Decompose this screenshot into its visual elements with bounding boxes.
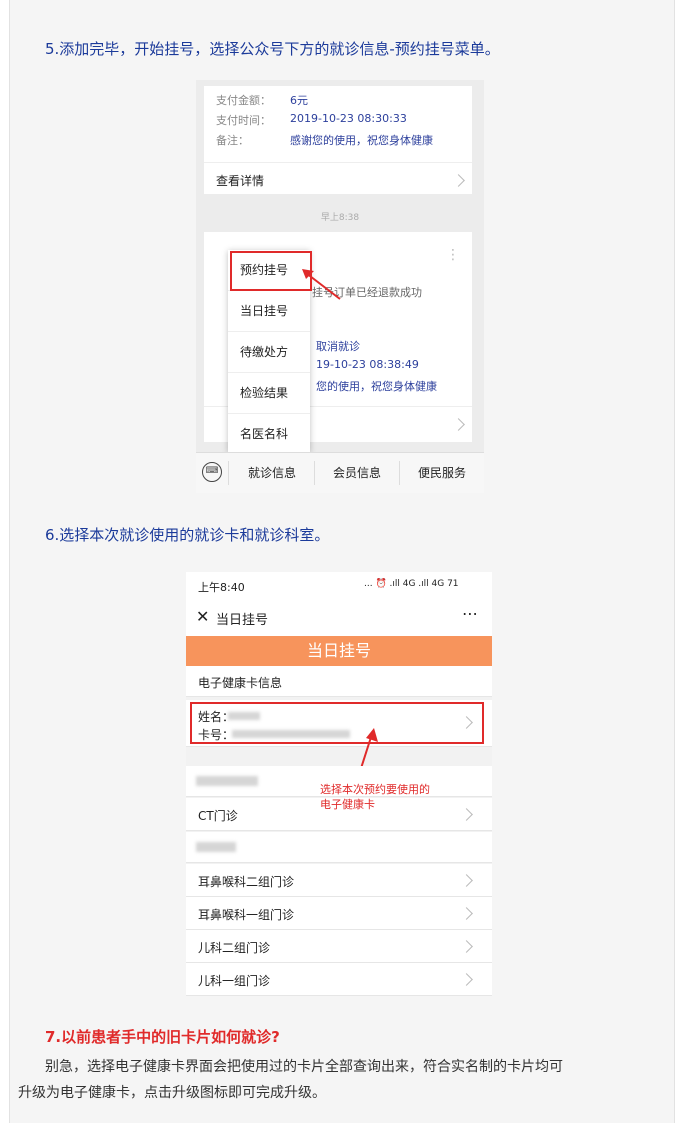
refund-line4: 您的使用，祝您身体健康 [316, 380, 437, 393]
refund-line2: 取消就诊 [316, 340, 360, 353]
dept-name: 耳鼻喉科一组门诊 [198, 908, 295, 922]
status-icons: ... ⏰ .ıll 4G .ıll 4G 71 [364, 579, 459, 589]
dept-name: 耳鼻喉科二组门诊 [198, 875, 295, 889]
screenshot-same-day: 上午8:40 ... ⏰ .ıll 4G .ıll 4G 71 ✕ 当日挂号 ⋯… [186, 572, 492, 996]
blurred-department [196, 776, 258, 786]
payment-card: 支付金额： 6元 支付时间： 2019-10-23 08:30:33 备注： 感… [204, 86, 472, 194]
pay-amount: 6元 [290, 94, 308, 107]
chevron-right-icon [460, 874, 473, 887]
chevron-right-icon [460, 808, 473, 821]
chat-timestamp: 早上8:38 [320, 213, 360, 223]
dept-name: 儿科二组门诊 [198, 941, 271, 955]
pay-time-label: 支付时间： [216, 114, 271, 127]
dept-name: 儿科一组门诊 [198, 974, 271, 988]
annotation: 选择本次预约要使用的 电子健康卡 [320, 782, 430, 812]
chevron-right-icon [460, 940, 473, 953]
annotation-line1: 选择本次预约要使用的 [320, 783, 430, 796]
more-icon[interactable]: ⋯ [462, 604, 478, 623]
status-time: 上午8:40 [198, 581, 245, 594]
step7-line1: 别急，选择电子健康卡界面会把使用过的卡片全部查询出来，符合实名制的卡片均可 [45, 1059, 563, 1075]
more-dots-icon[interactable]: ⋮ [446, 248, 460, 262]
menubar-services[interactable]: 便民服务 [400, 453, 484, 493]
step7-line2: 升级为电子健康卡，点击升级图标即可完成升级。 [18, 1085, 326, 1101]
pay-amount-label: 支付金额： [216, 94, 271, 107]
dept-row-pediatrics1[interactable]: 儿科一组门诊 [186, 963, 492, 996]
list-item[interactable] [186, 832, 492, 863]
view-details-link[interactable]: 查看详情 [216, 172, 264, 189]
menu-item-test-results[interactable]: 检验结果 [228, 373, 310, 414]
screenshot-wechat-menu: 支付金额： 6元 支付时间： 2019-10-23 08:30:33 备注： 感… [196, 80, 484, 493]
step7-title: 7.以前患者手中的旧卡片如何就诊? [45, 1028, 280, 1046]
chevron-right-icon [452, 418, 465, 431]
dept-row-pediatrics2[interactable]: 儿科二组门诊 [186, 930, 492, 963]
wechat-menubar: ⌨ 就诊信息 会员信息 便民服务 [196, 452, 484, 493]
note-label: 备注： [216, 134, 249, 147]
annotation-line2: 电子健康卡 [320, 798, 375, 811]
step5-text: 5.添加完毕，开始挂号，选择公众号下方的就诊信息-预约挂号菜单。 [45, 40, 500, 58]
red-arrow-icon [302, 269, 341, 300]
blurred-department [196, 842, 236, 852]
section-title: 电子健康卡信息 [198, 676, 283, 690]
menubar-member-info[interactable]: 会员信息 [315, 453, 399, 493]
menubar-visit-info[interactable]: 就诊信息 [230, 453, 314, 493]
chevron-right-icon [460, 973, 473, 986]
chevron-right-icon [452, 174, 465, 187]
page-header: 当日挂号 [186, 636, 492, 666]
dept-name: CT门诊 [198, 809, 238, 823]
menu-item-famous-doctors[interactable]: 名医名科 [228, 414, 310, 454]
close-icon[interactable]: ✕ [196, 607, 209, 626]
refund-line3: 19-10-23 08:38:49 [316, 358, 419, 371]
pay-time: 2019-10-23 08:30:33 [290, 112, 407, 125]
nav-bar: ✕ 当日挂号 ⋯ [186, 600, 492, 636]
dept-row-ent1[interactable]: 耳鼻喉科一组门诊 [186, 897, 492, 930]
highlight-box [190, 702, 484, 744]
divider [204, 162, 472, 163]
nav-title: 当日挂号 [216, 613, 269, 628]
chevron-right-icon [460, 907, 473, 920]
step6-text: 6.选择本次就诊使用的就诊卡和就诊科室。 [45, 526, 330, 544]
dept-row-ent2[interactable]: 耳鼻喉科二组门诊 [186, 864, 492, 897]
section-title-row: 电子健康卡信息 [186, 666, 492, 697]
note-text: 感谢您的使用，祝您身体健康 [290, 134, 433, 147]
keyboard-icon[interactable]: ⌨ [202, 462, 222, 482]
menu-item-prescription[interactable]: 待缴处方 [228, 332, 310, 373]
status-bar: 上午8:40 ... ⏰ .ıll 4G .ıll 4G 71 [186, 572, 492, 600]
